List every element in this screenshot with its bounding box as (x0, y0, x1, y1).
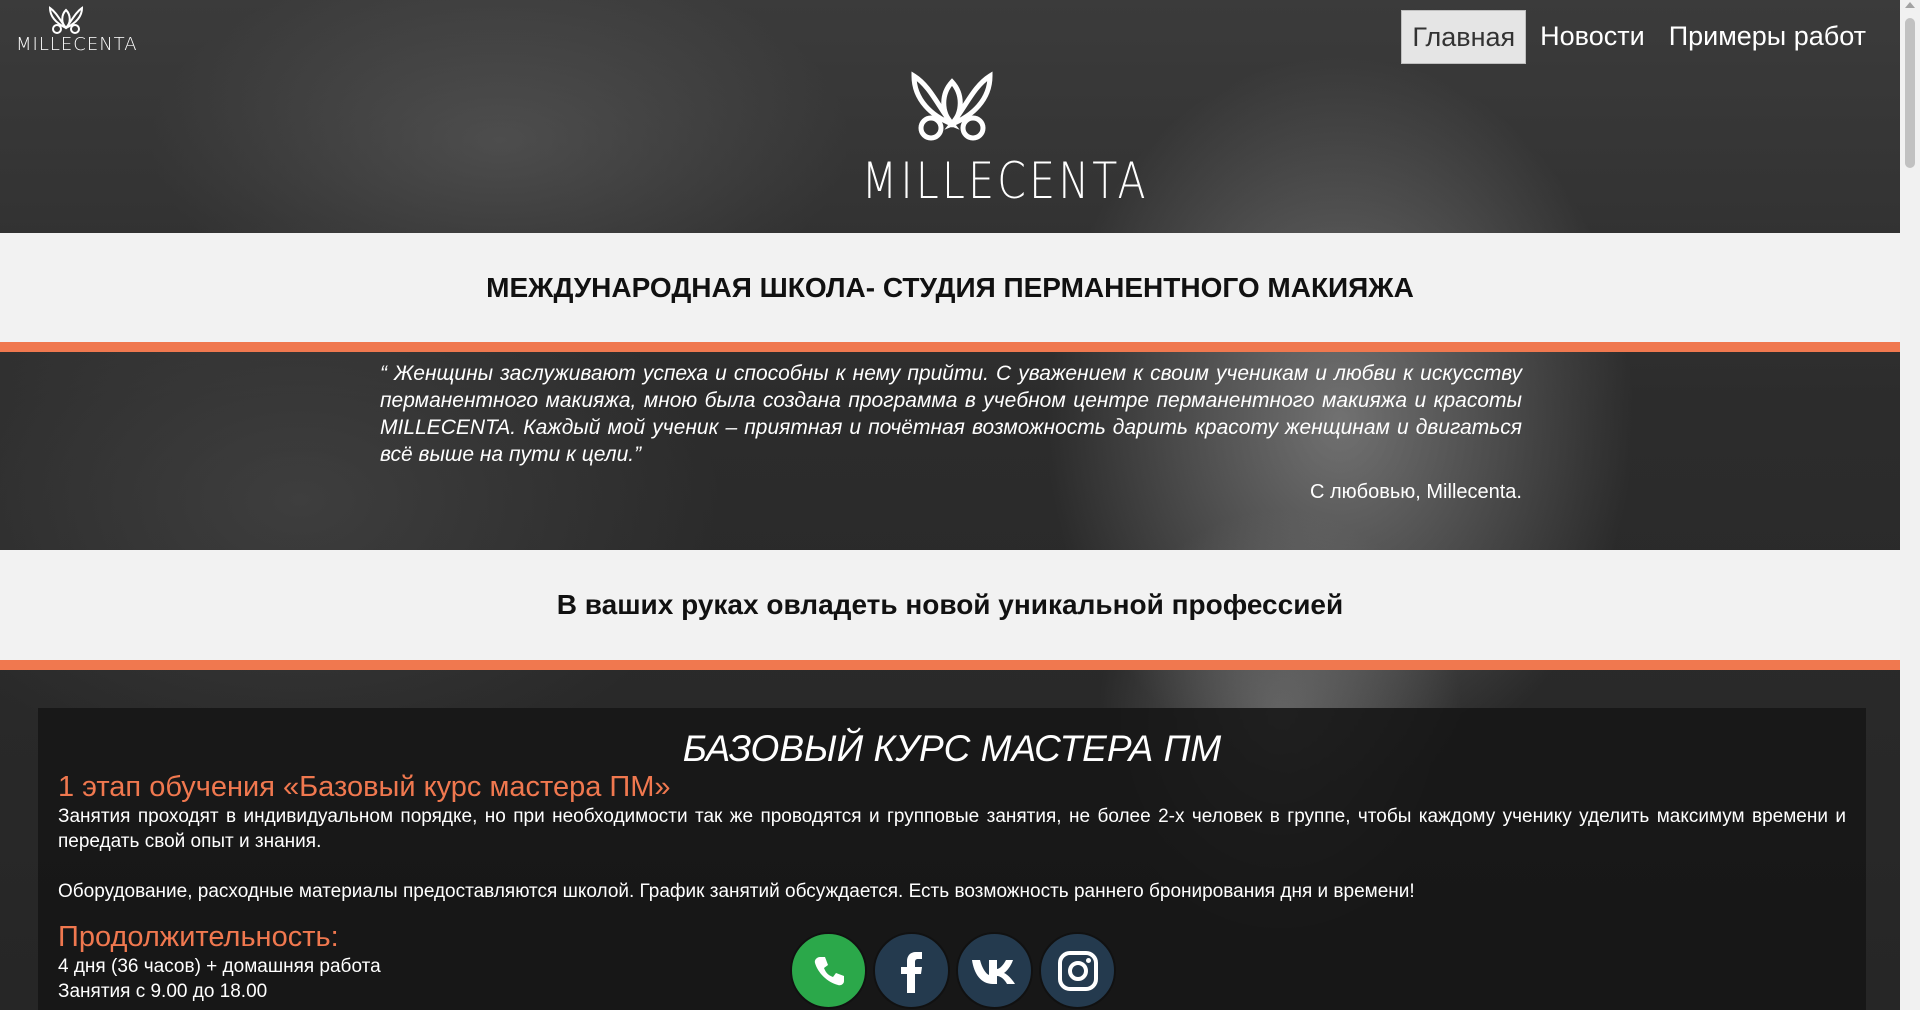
header: MILLECENTA MILLECENTA Главная Новости Пр… (0, 0, 1900, 233)
course-title: БАЗОВЫЙ КУРС МАСТЕРА ПМ (682, 728, 1222, 769)
facebook-button[interactable] (873, 932, 950, 1009)
nav-item-home[interactable]: Главная (1401, 10, 1527, 64)
lotus-icon (48, 6, 84, 34)
founder-quote: “ Женщины заслуживают успеха и способны … (380, 360, 1522, 504)
nav-item-news[interactable]: Новости (1530, 10, 1655, 64)
course-description: Занятия проходят в индивидуальном порядк… (58, 806, 1846, 852)
lotus-icon (911, 71, 993, 141)
instagram-icon (1057, 950, 1098, 991)
logo-large-text: MILLECENTA (861, 152, 1149, 210)
profession-band: В ваших руках овладеть новой уникальной … (0, 550, 1900, 660)
logo-large: MILLECENTA (842, 70, 1149, 220)
scrollbar-thumb[interactable] (1905, 18, 1915, 168)
whatsapp-button[interactable] (790, 932, 867, 1009)
accent-divider (0, 660, 1900, 670)
accent-divider (0, 342, 1900, 352)
logo-small[interactable]: MILLECENTA (16, 4, 138, 68)
phone-icon (814, 956, 844, 985)
instagram-button[interactable] (1039, 932, 1116, 1009)
scroll-up-arrow-icon[interactable] (1905, 2, 1915, 8)
quote-signature: С любовью, Millecenta. (1309, 481, 1522, 503)
profession-heading: В ваших руках овладеть новой уникальной … (556, 589, 1344, 620)
course-stage-heading: 1 этап обучения «Базовый курс мастера ПМ… (58, 771, 671, 803)
school-title: МЕЖДУНАРОДНАЯ ШКОЛА- СТУДИЯ ПЕРМАНЕНТНОГ… (486, 272, 1414, 303)
page-scrollbar[interactable] (1900, 0, 1920, 1010)
vk-icon (971, 959, 1015, 984)
course-equipment-note: Оборудование, расходные материалы предос… (58, 881, 1415, 902)
nav-item-portfolio[interactable]: Примеры работ (1659, 10, 1876, 64)
facebook-icon (900, 951, 922, 993)
logo-small-text: MILLECENTA (16, 34, 138, 55)
social-links (790, 932, 1116, 1009)
school-title-band: МЕЖДУНАРОДНАЯ ШКОЛА- СТУДИЯ ПЕРМАНЕНТНОГ… (0, 233, 1900, 342)
vk-button[interactable] (956, 932, 1033, 1009)
main-nav: Главная Новости Примеры работ (1401, 10, 1876, 64)
quote-text: “ Женщины заслуживают успеха и способны … (380, 362, 1522, 466)
